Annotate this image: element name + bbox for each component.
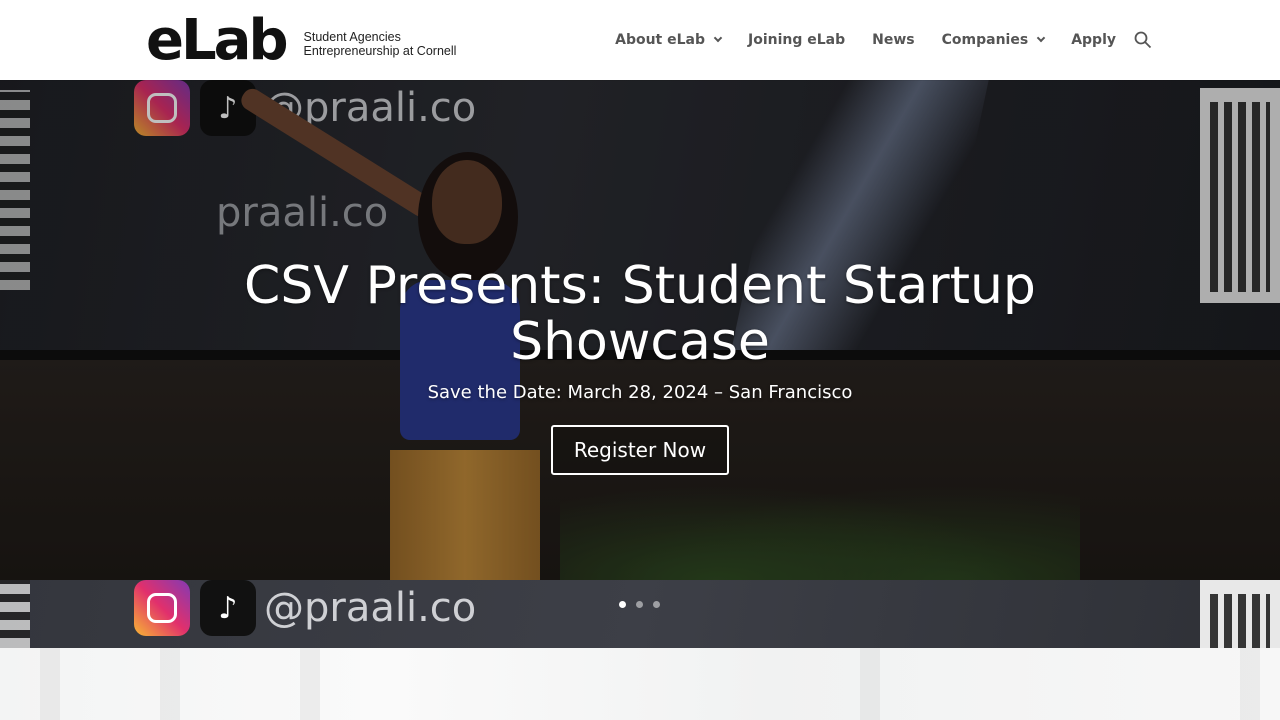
slide-dot-2[interactable] — [636, 601, 643, 608]
main-nav: About eLab Joining eLab News Companies A… — [615, 30, 1116, 50]
site-header: eLab Student Agencies Entrepreneurship a… — [0, 0, 1280, 80]
logo-tagline: Student Agencies Entrepreneurship at Cor… — [304, 30, 457, 58]
logo-wordmark: eLab — [146, 8, 289, 73]
nav-about-elab-label: About eLab — [615, 32, 706, 48]
background-pillar — [860, 648, 880, 720]
search-icon[interactable] — [1134, 31, 1152, 49]
logo-tagline-line2: Entrepreneurship at Cornell — [303, 44, 457, 58]
hero-title: CSV Presents: Student Startup Showcase — [244, 256, 1036, 372]
hero-content: CSV Presents: Student Startup Showcase S… — [0, 258, 1280, 475]
nav-news-label: News — [872, 32, 915, 48]
instagram-icon — [134, 580, 190, 636]
tiktok-icon: ♪ — [200, 580, 256, 636]
backdrop-social-handles: ♪ @praali.co — [134, 580, 476, 636]
nav-joining-elab-label: Joining eLab — [748, 32, 846, 48]
qr-code-left — [0, 580, 30, 648]
logo-tagline-line1: Student Agencies — [303, 30, 401, 44]
chevron-down-icon — [713, 33, 723, 43]
background-pillar — [160, 648, 180, 720]
backdrop-handle: @praali.co — [264, 585, 477, 631]
register-now-button[interactable]: Register Now — [550, 425, 730, 475]
elab-logo[interactable]: eLab Student Agencies Entrepreneurship a… — [146, 8, 457, 73]
qr-code-right — [1200, 580, 1280, 648]
chevron-down-icon — [1036, 33, 1046, 43]
nav-companies-label: Companies — [941, 32, 1029, 48]
nav-news[interactable]: News — [872, 30, 914, 50]
hero-slider: ♪ @praali.co praali.co CSV Presents: Stu… — [0, 80, 1280, 580]
next-section-background — [0, 648, 1280, 720]
nav-apply-label: Apply — [1071, 32, 1116, 48]
slide-dot-3[interactable] — [653, 601, 660, 608]
background-pillar — [1240, 648, 1260, 720]
slide-dot-1[interactable] — [619, 601, 626, 608]
nav-apply[interactable]: Apply — [1071, 30, 1116, 50]
nav-joining-elab[interactable]: Joining eLab — [748, 30, 845, 50]
nav-companies[interactable]: Companies — [941, 30, 1046, 50]
background-pillar — [40, 648, 60, 720]
nav-about-elab[interactable]: About eLab — [615, 30, 723, 50]
slider-pagination — [619, 601, 670, 608]
background-pillar — [300, 648, 320, 720]
next-slide-peek: ♪ @praali.co — [0, 580, 1280, 648]
hero-subtitle: Save the Date: March 28, 2024 – San Fran… — [427, 382, 853, 403]
